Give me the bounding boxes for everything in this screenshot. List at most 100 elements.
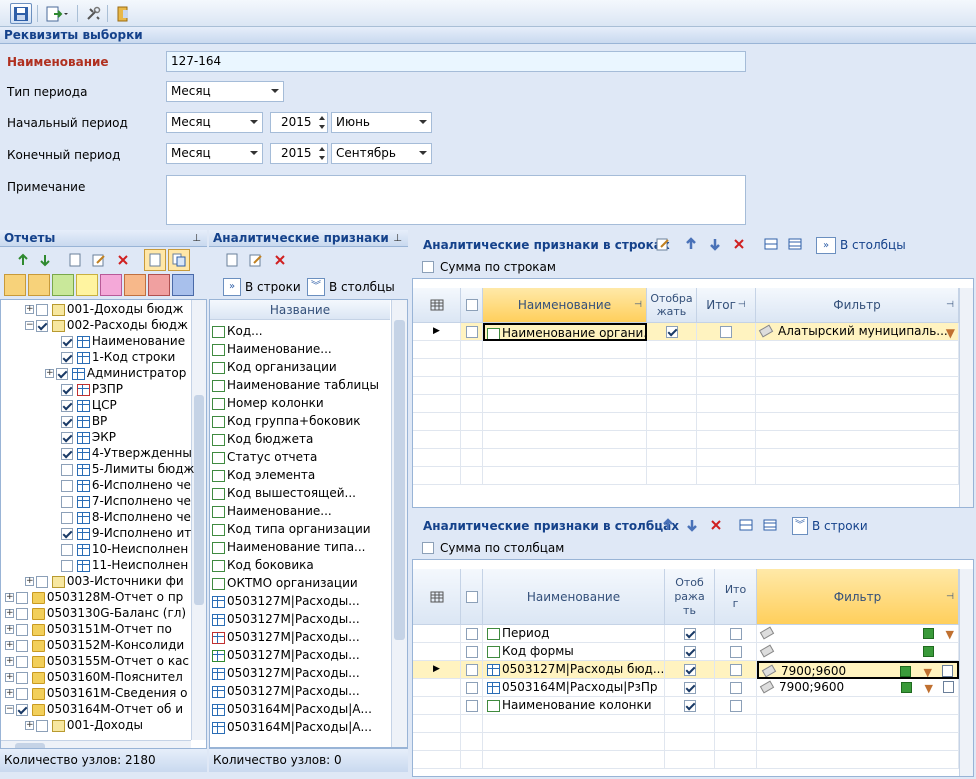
col-header-show[interactable]: Отобра жать <box>647 288 697 323</box>
start-year-spinner[interactable]: 2015 <box>270 112 328 133</box>
row-total-checkbox[interactable] <box>715 697 757 715</box>
end-type-select[interactable]: Месяц <box>166 143 263 164</box>
type-blue-icon[interactable] <box>172 274 194 296</box>
copy-icon[interactable] <box>168 249 190 271</box>
spin-down-icon[interactable] <box>319 156 325 160</box>
row-name-cell[interactable]: 0503127М|Расходы бюд... <box>483 661 665 679</box>
type-salmon-icon[interactable] <box>124 274 146 296</box>
scroll-thumb[interactable] <box>394 320 405 640</box>
tree-item[interactable]: + 0503128М-Отчет о пр <box>5 589 183 605</box>
end-year-spinner[interactable]: 2015 <box>270 143 328 164</box>
attribute-item[interactable]: 0503127М|Расходы... <box>212 664 360 682</box>
type-yellow-icon[interactable] <box>76 274 98 296</box>
scroll-thumb[interactable] <box>194 395 204 605</box>
expand-icon[interactable]: + <box>25 577 34 586</box>
tree-item[interactable]: 10-Неисполнен <box>61 541 188 557</box>
delete-icon[interactable] <box>730 235 748 253</box>
to-rows-button[interactable]: » В строки <box>223 277 301 297</box>
row-filter-cell[interactable]: 7900;9600 ▼ <box>757 661 959 679</box>
pin-icon[interactable]: ⊣ <box>946 300 954 310</box>
tree-item[interactable]: + 0503151М-Отчет по <box>5 621 172 637</box>
attribute-item[interactable]: 0503164М|Расходы|А... <box>212 700 372 718</box>
attribute-item[interactable]: Код типа организации <box>212 520 371 538</box>
move-down-icon[interactable] <box>36 251 54 269</box>
tree-item[interactable]: + Администратор <box>45 365 186 381</box>
period-type-select[interactable]: Месяц <box>166 81 284 102</box>
row-filter-cell[interactable] <box>757 697 959 715</box>
tree-item[interactable]: + 0503130G-Баланс (гл) <box>5 605 186 621</box>
expand-icon[interactable]: + <box>5 689 14 698</box>
select-all-checkbox[interactable] <box>461 288 483 323</box>
edit-icon[interactable] <box>247 251 265 269</box>
grid-menu-icon[interactable] <box>413 569 461 625</box>
move-up-icon[interactable] <box>14 251 32 269</box>
tree-item[interactable]: + 0503161М-Сведения о <box>5 685 188 701</box>
type-pink-icon[interactable] <box>100 274 122 296</box>
expand-icon[interactable]: + <box>5 657 14 666</box>
row-checkbox[interactable] <box>461 323 483 341</box>
attribute-item[interactable]: Код элемента <box>212 466 315 484</box>
eraser-icon[interactable] <box>761 664 777 677</box>
tree-item[interactable]: РЗПР <box>61 381 123 397</box>
select-all-checkbox[interactable] <box>461 569 483 625</box>
expand-icon[interactable]: + <box>5 593 14 602</box>
tree-item[interactable]: ВР <box>61 413 107 429</box>
row-name-cell[interactable]: Код формы <box>483 643 665 661</box>
col-header-total[interactable]: Итог ⊣ <box>697 288 756 323</box>
pin-icon[interactable]: ⊣ <box>738 300 746 310</box>
spin-up-icon[interactable] <box>319 116 325 120</box>
attribute-item[interactable]: 0503164М|Расходы|А... <box>212 718 372 736</box>
filter-icon[interactable]: ▼ <box>924 664 932 677</box>
row-checkbox[interactable] <box>461 661 483 679</box>
attribute-item[interactable]: 0503127М|Расходы... <box>212 628 360 646</box>
attribute-item[interactable]: Код боковика <box>212 556 314 574</box>
reports-scrollbar[interactable] <box>191 300 206 740</box>
row-checkbox[interactable] <box>461 643 483 661</box>
to-cols-button[interactable]: ︾ В столбцы <box>307 277 395 297</box>
tree-item[interactable]: 4-Утвержденны <box>61 445 192 461</box>
spin-down-icon[interactable] <box>319 125 325 129</box>
start-type-select[interactable]: Месяц <box>166 112 263 133</box>
grid-menu-icon[interactable] <box>413 288 461 323</box>
expand-icon[interactable]: + <box>5 641 14 650</box>
tree-item[interactable]: 9-Исполнено ит <box>61 525 191 541</box>
tools-icon[interactable] <box>82 3 104 24</box>
select-values-icon[interactable] <box>900 666 911 677</box>
select-values-icon[interactable] <box>923 646 934 657</box>
new-icon[interactable] <box>223 251 241 269</box>
delete-icon[interactable] <box>271 251 289 269</box>
arrow-down-icon[interactable] <box>683 516 701 534</box>
pin-icon[interactable]: ⊥ <box>393 230 402 247</box>
end-month-select[interactable]: Сентябрь <box>331 143 432 164</box>
row-total-checkbox[interactable] <box>715 625 757 643</box>
filter-icon[interactable]: ▼ <box>946 325 955 340</box>
col-header-filter[interactable]: Фильтр ⊣ <box>757 569 959 625</box>
row-show-checkbox[interactable] <box>665 643 715 661</box>
row-show-checkbox[interactable] <box>665 661 715 679</box>
rows-grid-scrollbar[interactable] <box>959 288 973 507</box>
sum-rows-checkbox[interactable]: Сумма по строкам <box>422 260 556 274</box>
pin-icon[interactable]: ⊣ <box>946 592 954 602</box>
start-month-select[interactable]: Июнь <box>331 112 432 133</box>
tree-item[interactable]: 6-Исполнено че <box>61 477 191 493</box>
tree-item[interactable]: 8-Исполнено че <box>61 509 191 525</box>
expand-icon[interactable]: + <box>25 305 34 314</box>
select-values-icon[interactable] <box>901 682 912 693</box>
row-show-checkbox[interactable] <box>665 679 715 697</box>
eraser-icon[interactable] <box>758 324 774 338</box>
row-show-checkbox[interactable] <box>647 323 697 341</box>
row-name-cell[interactable]: Период <box>483 625 665 643</box>
pin-icon[interactable]: ⊣ <box>634 300 642 310</box>
row-show-checkbox[interactable] <box>665 625 715 643</box>
tree-item[interactable]: 5-Лимиты бюдж <box>61 461 194 477</box>
attribute-item[interactable]: Номер колонки <box>212 394 324 412</box>
edit-icon[interactable] <box>942 665 953 677</box>
name-column-header[interactable]: Название <box>210 300 390 320</box>
type-red-icon[interactable] <box>148 274 170 296</box>
to-cols-button[interactable]: » В столбцы <box>816 235 906 255</box>
tree-item[interactable]: + 001-Доходы <box>25 717 143 733</box>
attribute-item[interactable]: Код организации <box>212 358 337 376</box>
attribute-item[interactable]: 0503127М|Расходы... <box>212 682 360 700</box>
column-width-icon[interactable] <box>762 235 780 253</box>
eraser-icon[interactable] <box>759 626 775 640</box>
